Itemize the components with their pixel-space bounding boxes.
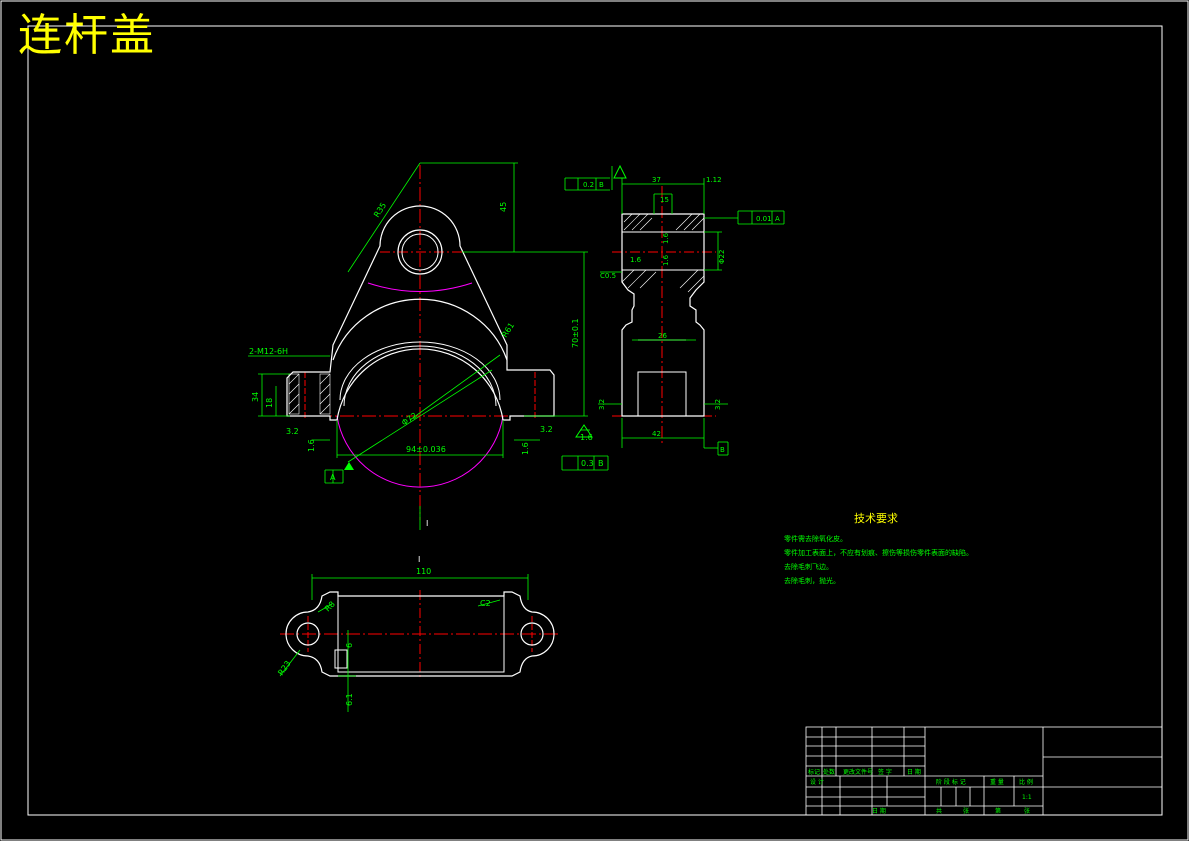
- tb-scale-value: 1:1: [1022, 794, 1032, 801]
- ra-left: 3.2: [286, 427, 299, 436]
- outer-border: [0, 0, 1189, 841]
- front-datum-arrow: [344, 462, 354, 470]
- tech-note-2: 零件加工表面上，不应有划痕、擦伤等损伤零件表面的缺陷。: [784, 548, 973, 557]
- front-view[interactable]: R35 45 70±0.1 R61 2-M12-6H 34 18 Φ72 94±…: [248, 162, 609, 530]
- tech-notes: 技术要求 零件需去除氧化皮。 零件加工表面上，不应有划痕、擦伤等损伤零件表面的缺…: [784, 512, 973, 585]
- tol-parallel-a: 0.3: [581, 459, 594, 468]
- bottom-chamfer: C2: [480, 599, 491, 608]
- dim-thread: 2-M12-6H: [249, 347, 288, 356]
- drawing-title: 连杆盖: [18, 10, 156, 61]
- bottom-dim-vertical2: 6.1: [345, 693, 354, 706]
- side-dim-top-width: 37: [652, 176, 661, 184]
- dim-width-center: 94±0.036: [406, 445, 446, 454]
- dim-r-arc: R61: [500, 321, 516, 339]
- side-chamfer: C0.5: [600, 272, 616, 280]
- side-ra-16a: 1.6: [630, 256, 642, 264]
- tb-label-change-doc: 更改文件号: [843, 768, 873, 776]
- tech-note-4: 去除毛刺，抛光。: [784, 576, 840, 585]
- tb-label-date-bottom: 日 期: [872, 807, 886, 815]
- ra-bot-left: 1.6: [307, 439, 316, 452]
- side-hatch: [621, 213, 705, 293]
- ra-bot-right: 1.6: [521, 442, 530, 455]
- dim-r-top: R35: [372, 201, 388, 219]
- side-top-ra-symbol: [613, 164, 627, 179]
- tb-label-date: 日 期: [907, 768, 921, 776]
- tb-label-stage: 阶 段 标 记: [936, 778, 966, 786]
- side-dim-top-right: 1.12: [706, 176, 722, 184]
- tb-label-design: 设 计: [810, 778, 824, 786]
- bottom-small-rect: [334, 649, 348, 669]
- tol-datum-b: B: [598, 459, 604, 468]
- side-dim-15: 15: [660, 196, 669, 204]
- side-tol-perp: 0.01: [756, 215, 772, 223]
- bottom-dim-vertical: 6: [345, 643, 354, 648]
- bottom-r-small: R8: [323, 600, 337, 614]
- tech-note-1: 零件需去除氧化皮。: [784, 534, 847, 543]
- side-ra-right: 3.2: [714, 399, 722, 410]
- side-mid-width: 26: [658, 332, 667, 340]
- dim-h-left: 34: [251, 392, 260, 402]
- datum-a: A: [330, 473, 336, 482]
- tb-label-count: 处数: [823, 768, 835, 776]
- bottom-r-end: R23: [276, 659, 292, 677]
- dim-dia-bore: Φ72: [400, 411, 419, 428]
- side-datum-b: B: [599, 181, 604, 189]
- tech-note-3: 去除毛刺飞边。: [784, 562, 833, 571]
- dim-h-left2: 18: [265, 398, 274, 408]
- side-dimensions: [564, 166, 785, 456]
- bottom-view[interactable]: 110 C2 R8 R23 6 6.1 I: [276, 555, 558, 712]
- bottom-dim-width: 110: [416, 567, 431, 576]
- side-tol-perp-datum: A: [775, 215, 780, 223]
- bottom-section-label: I: [418, 555, 420, 564]
- side-dia-right: Φ22: [718, 250, 726, 264]
- tb-label-sign: 签 字: [878, 768, 892, 776]
- side-bot-width: 42: [652, 430, 661, 438]
- drawing-canvas[interactable]: R35 45 70±0.1 R61 2-M12-6H 34 18 Φ72 94±…: [0, 0, 1189, 841]
- dim-h-total: 70±0.1: [571, 318, 580, 348]
- tb-label-mark: 标记: [808, 768, 820, 776]
- tb-label-weight: 重 量: [990, 778, 1004, 786]
- side-datum-d: B: [720, 446, 725, 454]
- ra-main: 1.6: [580, 433, 593, 442]
- dim-h-top: 45: [499, 202, 508, 212]
- tb-label-scale: 比 例: [1019, 778, 1033, 786]
- side-tol-top: 0.2: [583, 181, 594, 189]
- ra-right: 3.2: [540, 425, 553, 434]
- tb-label-sheet: 张: [1024, 807, 1030, 815]
- tb-label-total: 共: [936, 807, 942, 815]
- side-ra-16c: 1.6: [662, 254, 670, 266]
- drawing-frame: [27, 25, 1163, 816]
- tb-label-no: 第: [995, 807, 1001, 815]
- section-mark-i: I: [426, 519, 428, 528]
- side-ra-left: 3.2: [598, 399, 606, 410]
- tech-notes-heading: 技术要求: [854, 512, 898, 525]
- tb-label-sheets: 张: [963, 807, 969, 815]
- left-bolt-hatch: [288, 373, 331, 415]
- side-view[interactable]: 37 0.2 B 1.12 15 C0.5 1.6 1.6 1.6 Φ22 0.…: [564, 164, 785, 456]
- title-block[interactable]: 标记 处数 更改文件号 签 字 日 期 设 计 阶 段 标 记 重 量 比 例 …: [805, 726, 1163, 816]
- side-ra-16b: 1.6: [662, 232, 670, 244]
- bottom-dimensions: [279, 574, 529, 712]
